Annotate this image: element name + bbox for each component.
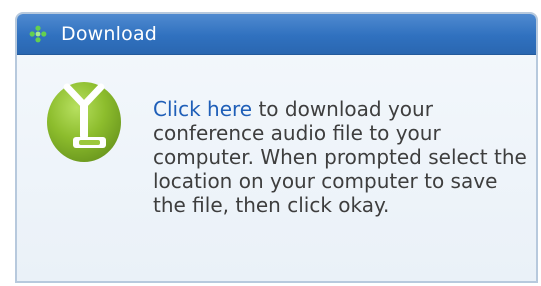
download-panel: Download Click here to download your con… bbox=[15, 12, 538, 283]
download-instructions: Click here to download your conference a… bbox=[153, 97, 528, 217]
move-cross-icon bbox=[29, 25, 47, 43]
panel-header: Download bbox=[17, 14, 536, 55]
panel-title: Download bbox=[61, 23, 158, 45]
click-here-link[interactable]: Click here bbox=[153, 97, 252, 121]
panel-body: Click here to download your conference a… bbox=[17, 55, 536, 281]
download-arrow-icon[interactable] bbox=[43, 77, 125, 167]
